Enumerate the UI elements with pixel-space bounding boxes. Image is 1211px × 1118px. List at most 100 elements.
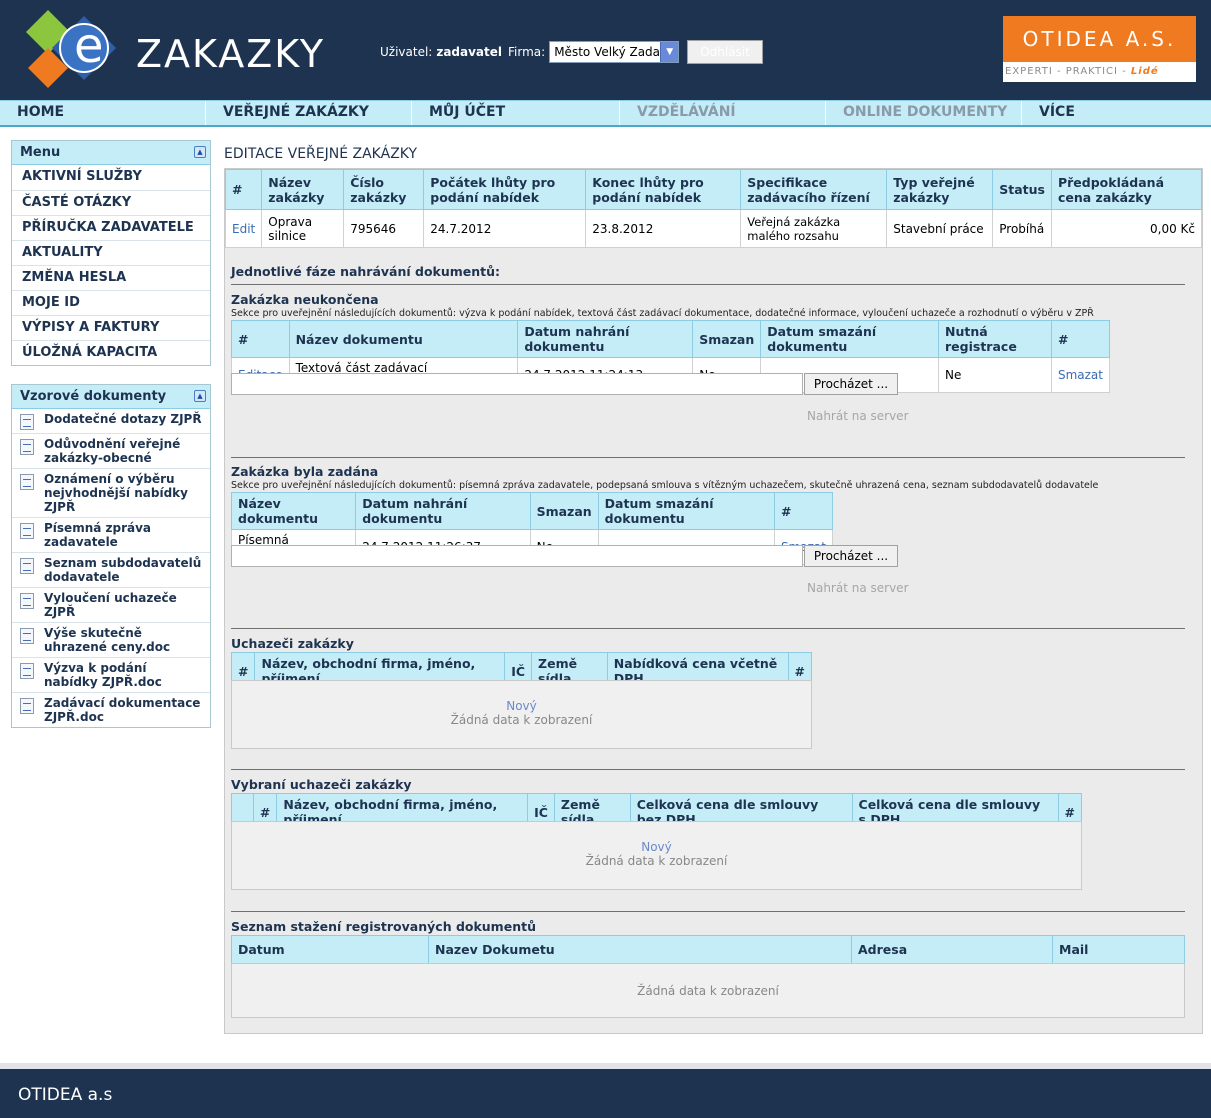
user-name: zadavatel xyxy=(436,45,503,59)
nav-online-dokumenty[interactable]: ONLINE DOKUMENTY xyxy=(826,101,1022,125)
table-header-row: # Název zakázky Číslo zakázky Počátek lh… xyxy=(224,169,1203,210)
menu-item-vypisy-a-faktury[interactable]: VÝPISY A FAKTURY xyxy=(12,315,210,340)
file-upload-row: Procházet ... xyxy=(231,545,898,567)
menu-item-moje-id[interactable]: MOJE ID xyxy=(12,290,210,315)
new-selected-bidder-link[interactable]: Nový xyxy=(232,840,1081,854)
doc-item[interactable]: Dodatečné dotazy ZJPŘ xyxy=(12,409,210,433)
menu-item-ulozna-kapacita[interactable]: ÚLOŽNÁ KAPACITA xyxy=(12,340,210,365)
browse-button[interactable]: Procházet ... xyxy=(804,373,898,395)
nav-home[interactable]: HOME xyxy=(0,101,206,125)
menu-item-prirucka-zadavatele[interactable]: PŘÍRUČKA ZADAVATELE xyxy=(12,215,210,240)
doc-label: Zadávací dokumentace ZJPŘ.doc xyxy=(44,696,201,724)
table-cell: 24.7.2012 xyxy=(423,209,587,248)
doc-item[interactable]: Odůvodnění veřejné zakázky-obecné xyxy=(12,433,210,468)
main-nav: HOME VEŘEJNÉ ZAKÁZKY MŮJ ÚČET VZDĚLÁVÁNÍ… xyxy=(0,100,1211,127)
collapse-icon[interactable]: ▲ xyxy=(194,146,206,158)
firm-select-value: Město Velký Zadav xyxy=(554,45,668,59)
column-header: Předpokládaná cena zakázky xyxy=(1050,169,1203,210)
document-icon xyxy=(20,628,34,644)
doc-item[interactable]: Výzva k podání nabídky ZJPŘ.doc xyxy=(12,657,210,692)
nav-muj-ucet[interactable]: MŮJ ÚČET xyxy=(412,101,620,125)
menu-header: Menu ▲ xyxy=(12,141,210,165)
upload-button[interactable]: Nahrát na server xyxy=(807,581,909,595)
phases-title: Jednotlivé fáze nahrávání dokumentů: xyxy=(231,264,501,279)
column-header: Smazan xyxy=(692,320,762,358)
firm-select[interactable]: Město Velký Zadav ▼ xyxy=(549,41,680,63)
main-content: # Název zakázky Číslo zakázky Počátek lh… xyxy=(224,168,1203,1034)
logo-letter: e xyxy=(74,18,104,74)
menu-item-caste-otazky[interactable]: ČASTÉ OTÁZKY xyxy=(12,190,210,215)
doc-label: Dodatečné dotazy ZJPŘ xyxy=(44,412,202,426)
selected-bidders-empty-state: Nový Žádná data k zobrazení xyxy=(231,821,1082,890)
logout-button[interactable]: Odhlásit xyxy=(687,40,763,64)
firm-label: Firma: xyxy=(508,45,546,59)
logo-diamond-icon xyxy=(26,10,116,88)
section-title: Seznam stažení registrovaných dokumentů xyxy=(231,919,536,934)
new-bidder-link[interactable]: Nový xyxy=(232,699,811,713)
doc-label: Odůvodnění veřejné zakázky-obecné xyxy=(44,437,181,465)
table-cell: 23.8.2012 xyxy=(585,209,742,248)
doc-item[interactable]: Oznámení o výběru nejvhodnější nabídky Z… xyxy=(12,468,210,517)
user-label: Uživatel: xyxy=(380,45,433,59)
collapse-icon[interactable]: ▲ xyxy=(194,390,206,402)
nav-verejne-zakazky[interactable]: VEŘEJNÉ ZAKÁZKY xyxy=(206,101,412,125)
divider xyxy=(231,457,1185,458)
chevron-down-icon[interactable]: ▼ xyxy=(660,42,679,62)
column-header: Status xyxy=(992,169,1052,210)
table-cell: 0,00 Kč xyxy=(1050,209,1203,248)
file-path-input[interactable] xyxy=(231,545,803,567)
doc-item[interactable]: Zadávací dokumentace ZJPŘ.doc xyxy=(12,692,210,727)
column-header: # xyxy=(1050,320,1111,358)
doc-item[interactable]: Vyloučení uchazeče ZJPŘ xyxy=(12,587,210,622)
otidea-slogan: EXPERTI - PRAKTICI - Lidé xyxy=(1003,62,1196,82)
menu-item-aktivni-sluzby[interactable]: AKTIVNÍ SLUŽBY xyxy=(12,165,210,190)
otidea-logo-text: OTIDEA A.S. xyxy=(1003,16,1196,62)
nav-vice[interactable]: VÍCE xyxy=(1022,101,1211,125)
ezakazky-logo[interactable]: e ZAKAZKY xyxy=(18,4,338,90)
edit-link[interactable]: Edit xyxy=(232,222,255,236)
nav-vzdelavani[interactable]: VZDĚLÁVÁNÍ xyxy=(620,101,826,125)
contract-table: # Název zakázky Číslo zakázky Počátek lh… xyxy=(224,169,1203,248)
section-title: Zakázka byla zadána xyxy=(231,464,379,479)
file-path-input[interactable] xyxy=(231,373,803,395)
table-cell: Ne xyxy=(938,357,1052,393)
table-cell: 795646 xyxy=(343,209,425,248)
docs-title: Vzorové dokumenty xyxy=(20,389,167,404)
table-cell: Probíhá xyxy=(992,209,1052,248)
upload-button[interactable]: Nahrát na server xyxy=(807,409,909,423)
divider xyxy=(231,284,1185,285)
column-header: # xyxy=(231,320,290,358)
table-row: Edit Oprava silnice 795646 24.7.2012 23.… xyxy=(224,209,1203,248)
doc-item[interactable]: Výše skutečně uhrazené ceny.doc xyxy=(12,622,210,657)
document-icon xyxy=(20,414,34,430)
menu-item-zmena-hesla[interactable]: ZMĚNA HESLA xyxy=(12,265,210,290)
column-header: Název zakázky xyxy=(261,169,345,210)
menu-title: Menu xyxy=(20,145,61,160)
doc-label: Seznam subdodavatelů dodavatele xyxy=(44,556,202,584)
logo-text: ZAKAZKY xyxy=(136,32,326,76)
empty-message: Žádná data k zobrazení xyxy=(637,984,779,998)
section-description: Sekce pro uveřejnění následujících dokum… xyxy=(231,308,1094,319)
sidebar-sample-documents: Vzorové dokumenty ▲ Dodatečné dotazy ZJP… xyxy=(11,384,211,728)
doc-label: Výzva k podání nabídky ZJPŘ.doc xyxy=(44,661,162,689)
file-upload-row: Procházet ... xyxy=(231,373,898,395)
table-header-row: Datum Nazev Dokumetu Adresa Mail xyxy=(231,935,1185,964)
menu-item-aktuality[interactable]: AKTUALITY xyxy=(12,240,210,265)
section-description: Sekce pro uveřejnění následujících dokum… xyxy=(231,480,1099,491)
column-header: Specifikace zadávacího řízení xyxy=(740,169,888,210)
otidea-slogan-accent: Lidé xyxy=(1130,66,1159,77)
column-header: Datum nahrání dokumentu xyxy=(355,492,531,530)
column-header: Adresa xyxy=(851,935,1053,964)
column-header: # xyxy=(224,169,263,210)
otidea-logo[interactable]: OTIDEA A.S. EXPERTI - PRAKTICI - Lidé xyxy=(1003,16,1196,82)
browse-button[interactable]: Procházet ... xyxy=(804,545,898,567)
document-icon xyxy=(20,558,34,574)
document-icon xyxy=(20,474,34,490)
page-title: EDITACE VEŘEJNÉ ZAKÁZKY xyxy=(224,146,418,162)
doc-label: Oznámení o výběru nejvhodnější nabídky Z… xyxy=(44,472,188,514)
section-title: Uchazeči zakázky xyxy=(231,636,354,651)
doc-item[interactable]: Písemná zpráva zadavatele xyxy=(12,517,210,552)
column-header: Konec lhůty pro podání nabídek xyxy=(585,169,742,210)
delete-link[interactable]: Smazat xyxy=(1058,368,1103,382)
doc-item[interactable]: Seznam subdodavatelů dodavatele xyxy=(12,552,210,587)
